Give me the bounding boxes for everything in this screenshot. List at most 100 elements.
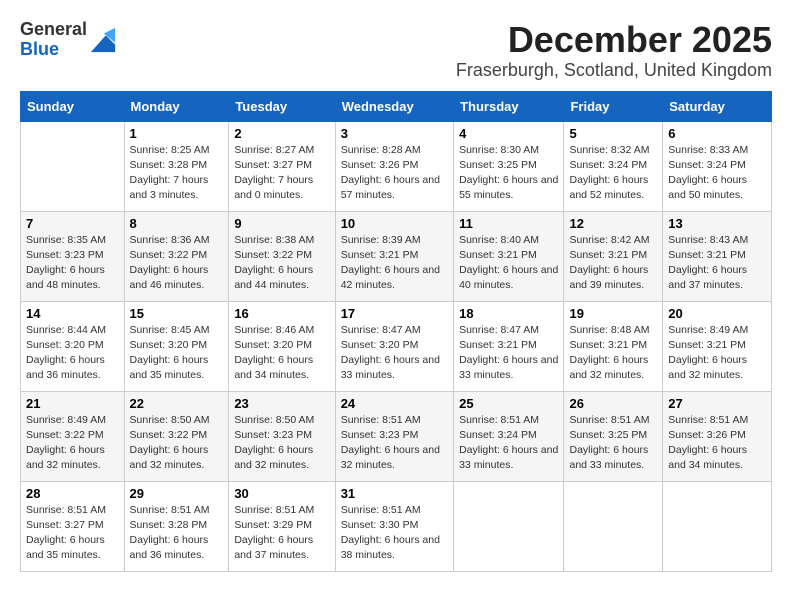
day-info: Sunrise: 8:51 AMSunset: 3:24 PMDaylight:… <box>459 413 558 474</box>
day-info: Sunrise: 8:50 AMSunset: 3:23 PMDaylight:… <box>234 413 329 474</box>
day-info: Sunrise: 8:47 AMSunset: 3:20 PMDaylight:… <box>341 323 448 384</box>
calendar-cell: 27 Sunrise: 8:51 AMSunset: 3:26 PMDayligh… <box>663 391 772 481</box>
day-number: 22 <box>130 396 224 411</box>
day-number: 7 <box>26 216 119 231</box>
page-header: General Blue December 2025 Fraserburgh, … <box>20 20 772 81</box>
day-info: Sunrise: 8:32 AMSunset: 3:24 PMDaylight:… <box>569 143 657 204</box>
day-info: Sunrise: 8:40 AMSunset: 3:21 PMDaylight:… <box>459 233 558 294</box>
day-number: 6 <box>668 126 766 141</box>
day-number: 27 <box>668 396 766 411</box>
day-number: 11 <box>459 216 558 231</box>
calendar-cell: 30 Sunrise: 8:51 AMSunset: 3:29 PMDayligh… <box>229 481 335 571</box>
day-info: Sunrise: 8:36 AMSunset: 3:22 PMDaylight:… <box>130 233 224 294</box>
day-number: 20 <box>668 306 766 321</box>
calendar-cell: 11 Sunrise: 8:40 AMSunset: 3:21 PMDayligh… <box>454 211 564 301</box>
day-info: Sunrise: 8:46 AMSunset: 3:20 PMDaylight:… <box>234 323 329 384</box>
calendar-cell: 21Sunrise: 8:49 AMSunset: 3:22 PMDayligh… <box>21 391 125 481</box>
day-info: Sunrise: 8:51 AMSunset: 3:23 PMDaylight:… <box>341 413 448 474</box>
calendar-cell: 24 Sunrise: 8:51 AMSunset: 3:23 PMDayligh… <box>335 391 453 481</box>
day-info: Sunrise: 8:28 AMSunset: 3:26 PMDaylight:… <box>341 143 448 204</box>
day-info: Sunrise: 8:39 AMSunset: 3:21 PMDaylight:… <box>341 233 448 294</box>
day-number: 21 <box>26 396 119 411</box>
calendar-cell: 31 Sunrise: 8:51 AMSunset: 3:30 PMDayligh… <box>335 481 453 571</box>
calendar-cell: 7 Sunrise: 8:35 AMSunset: 3:23 PMDaylight… <box>21 211 125 301</box>
calendar-cell: 9Sunrise: 8:38 AMSunset: 3:22 PMDaylight… <box>229 211 335 301</box>
calendar-cell: 8 Sunrise: 8:36 AMSunset: 3:22 PMDaylight… <box>124 211 229 301</box>
day-number: 12 <box>569 216 657 231</box>
page-title: December 2025 <box>456 20 772 60</box>
day-info: Sunrise: 8:44 AMSunset: 3:20 PMDaylight:… <box>26 323 119 384</box>
day-number: 8 <box>130 216 224 231</box>
calendar-cell: 26Sunrise: 8:51 AMSunset: 3:25 PMDayligh… <box>564 391 663 481</box>
calendar-body: 1 Sunrise: 8:25 AMSunset: 3:28 PMDaylight… <box>21 121 772 571</box>
day-number: 16 <box>234 306 329 321</box>
day-info: Sunrise: 8:49 AMSunset: 3:21 PMDaylight:… <box>668 323 766 384</box>
day-number: 4 <box>459 126 558 141</box>
weekday-header-saturday: Saturday <box>663 91 772 121</box>
day-info: Sunrise: 8:45 AMSunset: 3:20 PMDaylight:… <box>130 323 224 384</box>
day-number: 17 <box>341 306 448 321</box>
calendar-cell: 23 Sunrise: 8:50 AMSunset: 3:23 PMDayligh… <box>229 391 335 481</box>
day-number: 31 <box>341 486 448 501</box>
logo: General Blue <box>20 20 117 60</box>
day-info: Sunrise: 8:43 AMSunset: 3:21 PMDaylight:… <box>668 233 766 294</box>
day-info: Sunrise: 8:51 AMSunset: 3:26 PMDaylight:… <box>668 413 766 474</box>
calendar-week-1: 1 Sunrise: 8:25 AMSunset: 3:28 PMDaylight… <box>21 121 772 211</box>
calendar-cell <box>454 481 564 571</box>
day-info: Sunrise: 8:33 AMSunset: 3:24 PMDaylight:… <box>668 143 766 204</box>
day-number: 13 <box>668 216 766 231</box>
day-info: Sunrise: 8:42 AMSunset: 3:21 PMDaylight:… <box>569 233 657 294</box>
day-number: 26 <box>569 396 657 411</box>
calendar-cell: 12 Sunrise: 8:42 AMSunset: 3:21 PMDayligh… <box>564 211 663 301</box>
calendar-cell: 25Sunrise: 8:51 AMSunset: 3:24 PMDayligh… <box>454 391 564 481</box>
calendar-cell: 29 Sunrise: 8:51 AMSunset: 3:28 PMDayligh… <box>124 481 229 571</box>
calendar-cell: 22Sunrise: 8:50 AMSunset: 3:22 PMDayligh… <box>124 391 229 481</box>
day-number: 10 <box>341 216 448 231</box>
calendar-cell: 28Sunrise: 8:51 AMSunset: 3:27 PMDayligh… <box>21 481 125 571</box>
calendar-week-3: 14 Sunrise: 8:44 AMSunset: 3:20 PMDayligh… <box>21 301 772 391</box>
calendar-cell: 10 Sunrise: 8:39 AMSunset: 3:21 PMDayligh… <box>335 211 453 301</box>
calendar-cell: 17 Sunrise: 8:47 AMSunset: 3:20 PMDayligh… <box>335 301 453 391</box>
logo-blue: Blue <box>20 39 59 59</box>
calendar-cell: 13 Sunrise: 8:43 AMSunset: 3:21 PMDayligh… <box>663 211 772 301</box>
weekday-header-friday: Friday <box>564 91 663 121</box>
calendar-cell: 18 Sunrise: 8:47 AMSunset: 3:21 PMDayligh… <box>454 301 564 391</box>
title-block: December 2025 Fraserburgh, Scotland, Uni… <box>456 20 772 81</box>
day-number: 14 <box>26 306 119 321</box>
day-info: Sunrise: 8:30 AMSunset: 3:25 PMDaylight:… <box>459 143 558 204</box>
day-number: 3 <box>341 126 448 141</box>
weekday-header-row: SundayMondayTuesdayWednesdayThursdayFrid… <box>21 91 772 121</box>
day-number: 23 <box>234 396 329 411</box>
calendar-week-2: 7 Sunrise: 8:35 AMSunset: 3:23 PMDaylight… <box>21 211 772 301</box>
day-info: Sunrise: 8:51 AMSunset: 3:27 PMDaylight:… <box>26 503 119 564</box>
calendar-table: SundayMondayTuesdayWednesdayThursdayFrid… <box>20 91 772 572</box>
day-number: 2 <box>234 126 329 141</box>
day-number: 24 <box>341 396 448 411</box>
weekday-header-tuesday: Tuesday <box>229 91 335 121</box>
day-info: Sunrise: 8:35 AMSunset: 3:23 PMDaylight:… <box>26 233 119 294</box>
calendar-cell: 20 Sunrise: 8:49 AMSunset: 3:21 PMDayligh… <box>663 301 772 391</box>
weekday-header-monday: Monday <box>124 91 229 121</box>
day-number: 30 <box>234 486 329 501</box>
calendar-cell: 19Sunrise: 8:48 AMSunset: 3:21 PMDayligh… <box>564 301 663 391</box>
page-subtitle: Fraserburgh, Scotland, United Kingdom <box>456 60 772 81</box>
calendar-cell <box>663 481 772 571</box>
day-info: Sunrise: 8:47 AMSunset: 3:21 PMDaylight:… <box>459 323 558 384</box>
weekday-header-thursday: Thursday <box>454 91 564 121</box>
day-info: Sunrise: 8:51 AMSunset: 3:29 PMDaylight:… <box>234 503 329 564</box>
day-number: 29 <box>130 486 224 501</box>
calendar-cell: 15 Sunrise: 8:45 AMSunset: 3:20 PMDayligh… <box>124 301 229 391</box>
calendar-cell: 6 Sunrise: 8:33 AMSunset: 3:24 PMDaylight… <box>663 121 772 211</box>
day-number: 1 <box>130 126 224 141</box>
day-number: 15 <box>130 306 224 321</box>
day-info: Sunrise: 8:27 AMSunset: 3:27 PMDaylight:… <box>234 143 329 204</box>
weekday-header-sunday: Sunday <box>21 91 125 121</box>
day-info: Sunrise: 8:51 AMSunset: 3:28 PMDaylight:… <box>130 503 224 564</box>
day-number: 18 <box>459 306 558 321</box>
day-info: Sunrise: 8:25 AMSunset: 3:28 PMDaylight:… <box>130 143 224 204</box>
day-info: Sunrise: 8:38 AMSunset: 3:22 PMDaylight:… <box>234 233 329 294</box>
calendar-week-5: 28Sunrise: 8:51 AMSunset: 3:27 PMDayligh… <box>21 481 772 571</box>
day-info: Sunrise: 8:51 AMSunset: 3:30 PMDaylight:… <box>341 503 448 564</box>
calendar-cell: 4 Sunrise: 8:30 AMSunset: 3:25 PMDaylight… <box>454 121 564 211</box>
calendar-cell: 2 Sunrise: 8:27 AMSunset: 3:27 PMDaylight… <box>229 121 335 211</box>
